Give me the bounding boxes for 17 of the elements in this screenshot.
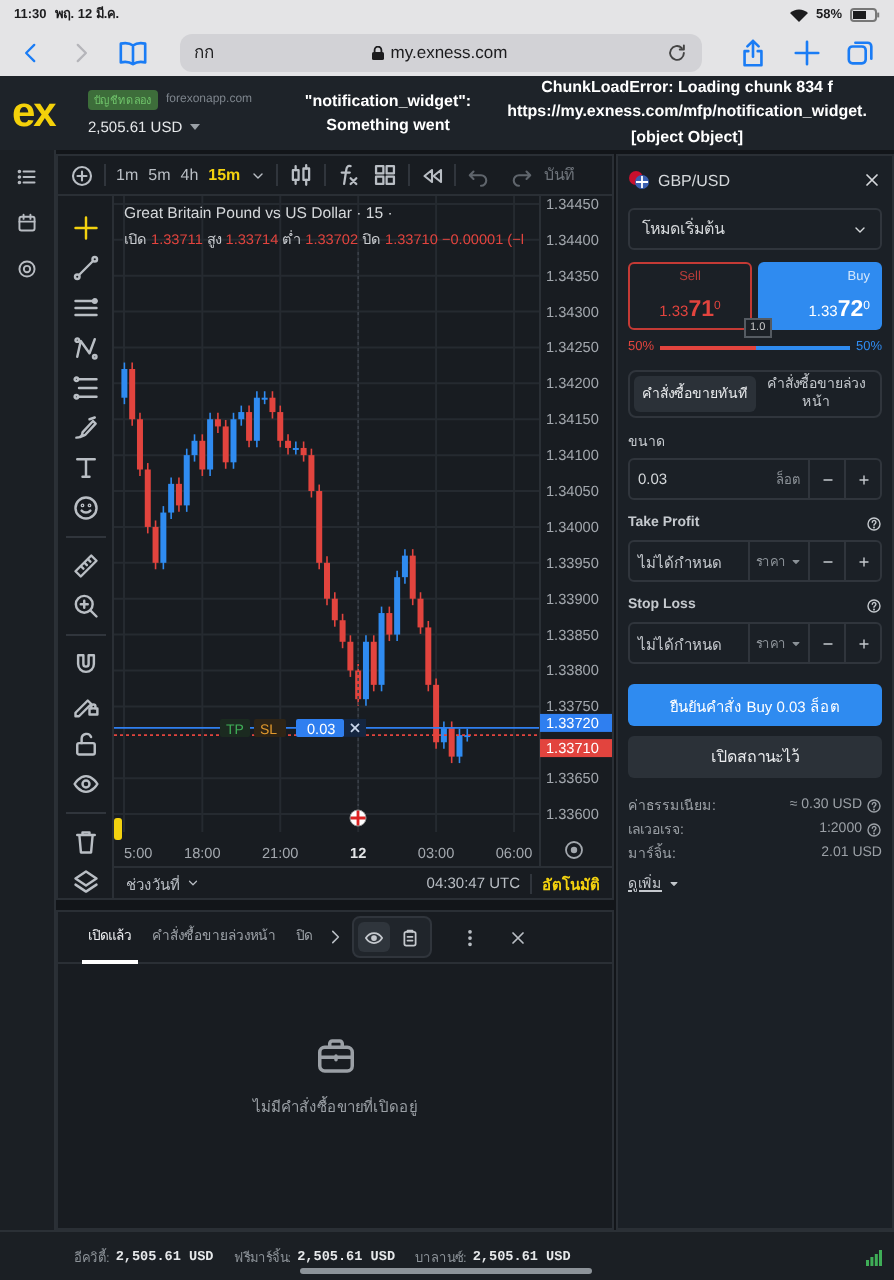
error-text: "notification_widget": <box>302 89 474 113</box>
timeframe-button[interactable]: 15m <box>208 166 241 184</box>
error-text: Something went <box>324 113 452 137</box>
save-button[interactable]: บันทึ <box>544 162 575 188</box>
timeframe-button[interactable]: 1m <box>116 166 139 184</box>
error-text: ChunkLoadError: Loading chunk 834 f <box>541 77 833 96</box>
error-text: https://my.exness.com/mfp/notification_widget. <box>507 102 867 121</box>
reader-button[interactable]: กก <box>194 38 214 66</box>
open-position-button[interactable]: เปิดสถานะไว้ <box>628 736 882 778</box>
timeframe-button[interactable]: 4h <box>180 166 199 184</box>
address-bar[interactable]: กก my.exness.com <box>180 33 702 71</box>
mode-dropdown[interactable]: โหมดเริ่มต้น <box>628 208 882 250</box>
url-text: my.exness.com <box>390 42 508 62</box>
error-text: [object Object] <box>630 127 743 146</box>
symbol-label: GBP/USD <box>658 171 731 189</box>
timeframe-button[interactable]: 5m <box>148 166 171 184</box>
logo: ex <box>10 89 58 137</box>
